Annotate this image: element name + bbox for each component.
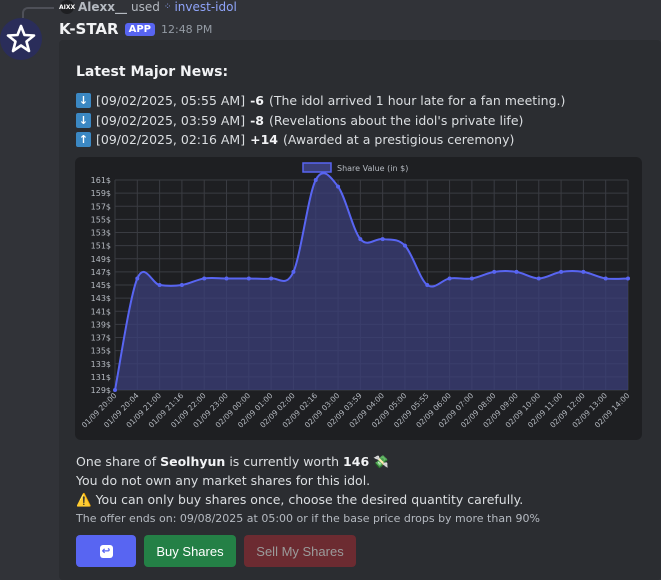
command-name: invest-idol (174, 0, 237, 14)
share-value-chart[interactable]: Share Value (in $) 129$ 131$ 133$ 135$ 137$ 13… (75, 157, 642, 440)
worth-line: One share of Seolhyun is currently worth… (76, 452, 540, 471)
data-point (492, 269, 497, 274)
warning-text: You can only buy shares once, choose the… (95, 492, 524, 507)
data-point (581, 269, 586, 274)
data-point (603, 276, 608, 281)
news-delta: -6 (250, 93, 264, 108)
reply-connector (22, 7, 54, 18)
data-point (626, 276, 630, 281)
action-buttons: ↩ Buy Shares Sell My Shares (76, 535, 356, 567)
message-header: K-STAR APP 12:48 PM (59, 20, 212, 38)
data-point (358, 237, 363, 242)
data-point (246, 276, 251, 281)
news-delta: -8 (250, 112, 264, 128)
y-tick-label: 149$ (91, 255, 111, 264)
data-point (380, 237, 385, 242)
y-tick-label: 141$ (91, 307, 111, 316)
y-tick-label: 131$ (91, 373, 111, 382)
news-list: ↓ [09/02/2025, 05:55 AM] -6 (The idol ar… (76, 91, 565, 150)
data-point (135, 276, 140, 281)
command-link[interactable]: ⁘ invest-idol (164, 0, 237, 14)
up-arrow-icon: ↑ (76, 132, 91, 148)
news-text: (The idol arrived 1 hour late for a fan … (268, 93, 566, 108)
data-point (179, 283, 184, 287)
warning-icon: ⚠️ (76, 492, 92, 507)
news-item: ↑ [09/02/2025, 02:16 AM] +14 (Awarded at… (76, 130, 565, 150)
user-mini-avatar[interactable]: AIXX (59, 0, 75, 14)
data-point (336, 184, 341, 189)
y-tick-label: 161$ (91, 176, 111, 185)
star-logo-icon (6, 24, 36, 53)
data-point (291, 269, 296, 274)
ownership-line: You do not own any market shares for thi… (76, 473, 371, 488)
y-tick-label: 157$ (91, 202, 111, 211)
news-date: [09/02/2025, 05:55 AM] (96, 93, 246, 108)
y-tick-label: 147$ (91, 268, 111, 277)
reply-context[interactable]: AIXX Alexx__ used ⁘ invest-idol (59, 0, 237, 14)
data-point (425, 283, 430, 287)
worth-value: 146 (343, 454, 370, 469)
legend-swatch (302, 162, 332, 173)
y-tick-label: 143$ (91, 294, 111, 303)
offer-footer: The offer ends on: 09/08/2025 at 05:00 o… (76, 512, 540, 525)
data-point (514, 269, 519, 274)
bot-avatar[interactable] (0, 18, 42, 60)
data-point (402, 243, 407, 248)
down-arrow-icon: ↓ (76, 93, 91, 109)
news-item: ↓ [09/02/2025, 05:55 AM] -6 (The idol ar… (76, 91, 565, 111)
timestamp[interactable]: 12:48 PM (161, 23, 212, 36)
reply-username[interactable]: Alexx__ (78, 0, 127, 14)
down-arrow-icon: ↓ (76, 112, 91, 128)
news-text: (Awarded at a prestigious ceremony) (282, 132, 515, 147)
embed-title: Latest Major News: (76, 64, 229, 80)
y-tick-label: 129$ (91, 386, 111, 395)
data-point (469, 276, 474, 281)
news-delta: +14 (250, 132, 278, 147)
data-point (202, 276, 207, 281)
data-point (313, 178, 318, 182)
y-tick-label: 145$ (91, 281, 111, 290)
chart-svg: Share Value (in $) 129$ 131$ 133$ 135$ 137$ 13… (80, 162, 632, 430)
embed-card: Latest Major News: ↓ [09/02/2025, 05:55 … (59, 40, 661, 580)
news-date: [09/02/2025, 03:59 AM] (96, 112, 246, 128)
refresh-icon: ↩ (99, 544, 113, 558)
worth-mid: is currently worth (229, 454, 340, 469)
share-info: One share of Seolhyun is currently worth… (76, 452, 540, 528)
buy-shares-button[interactable]: Buy Shares (144, 535, 236, 567)
idol-name: Seolhyun (160, 454, 226, 469)
data-point (269, 276, 274, 281)
y-tick-label: 133$ (91, 360, 111, 369)
sell-shares-button[interactable]: Sell My Shares (244, 535, 356, 567)
app-badge: APP (124, 22, 155, 36)
data-point (113, 388, 117, 392)
worth-prefix: One share of (76, 454, 157, 469)
data-point (157, 283, 162, 287)
slash-command-icon: ⁘ (163, 2, 172, 12)
y-tick-label: 137$ (91, 334, 111, 343)
data-point (559, 269, 564, 274)
y-tick-label: 155$ (91, 215, 111, 224)
data-point (447, 276, 452, 281)
money-icon: 💸 (373, 454, 389, 469)
y-tick-label: 151$ (91, 242, 111, 251)
y-tick-label: 153$ (91, 229, 111, 238)
warning-line: ⚠️ You can only buy shares once, choose … (76, 490, 540, 509)
y-tick-label: 139$ (91, 320, 111, 329)
data-point (536, 276, 541, 281)
news-item: ↓ [09/02/2025, 03:59 AM] -8 (Revelations… (76, 111, 565, 131)
news-date: [09/02/2025, 02:16 AM] (96, 132, 246, 147)
y-tick-label: 159$ (91, 189, 111, 198)
y-tick-label: 135$ (91, 347, 111, 356)
news-text: (Revelations about the idol's private li… (268, 112, 524, 128)
data-point (224, 276, 229, 281)
refresh-button[interactable]: ↩ (76, 535, 136, 567)
legend-label: Share Value (in $) (337, 164, 408, 173)
bot-name[interactable]: K-STAR (59, 20, 119, 38)
reply-verb: used (131, 0, 160, 14)
